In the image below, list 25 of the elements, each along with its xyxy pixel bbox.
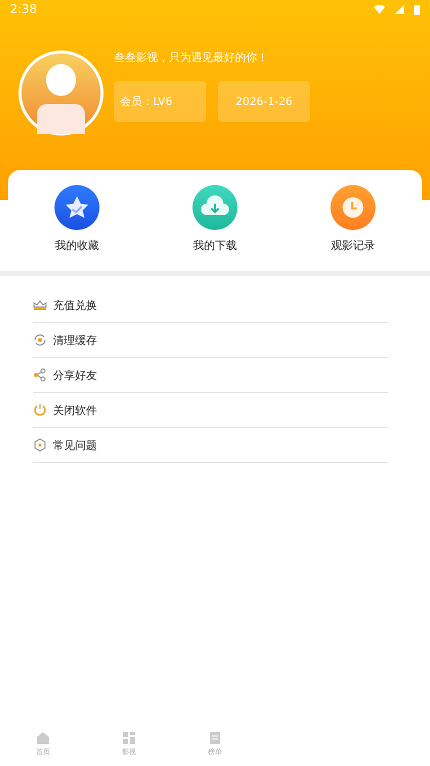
wifi-icon: [374, 4, 385, 14]
home-icon: [36, 731, 50, 745]
refresh-icon: [33, 333, 47, 347]
menu-item[interactable]: 分享好友: [33, 358, 388, 393]
crown-icon: [33, 298, 47, 312]
menu-item[interactable]: 充值兑换: [33, 288, 388, 323]
status-time: 2:38: [10, 2, 37, 16]
power-icon: [33, 403, 47, 417]
member-level: 会员：LV6: [114, 81, 206, 122]
slogan: 叁叁影视，只为遇见最好的你！: [114, 50, 269, 65]
list-icon: [208, 731, 222, 745]
menu-item[interactable]: 关闭软件: [33, 393, 388, 428]
signal-icon: [395, 4, 404, 14]
shortcut-button[interactable]: 我的收藏: [37, 185, 117, 253]
share-icon: [33, 368, 47, 382]
menu-item[interactable]: 常见问题: [33, 428, 388, 463]
shortcut-button[interactable]: 我的下载: [175, 185, 255, 253]
clock-icon: [329, 185, 377, 230]
battery-icon: [414, 4, 420, 14]
menu-item[interactable]: 清理缓存: [33, 323, 388, 358]
gear-icon: [33, 438, 47, 452]
grid-icon: [122, 731, 136, 745]
member-date: 2026-1-26: [218, 81, 310, 122]
cloud-download-icon: [191, 185, 239, 230]
shortcut-button[interactable]: 观影记录: [313, 185, 393, 253]
